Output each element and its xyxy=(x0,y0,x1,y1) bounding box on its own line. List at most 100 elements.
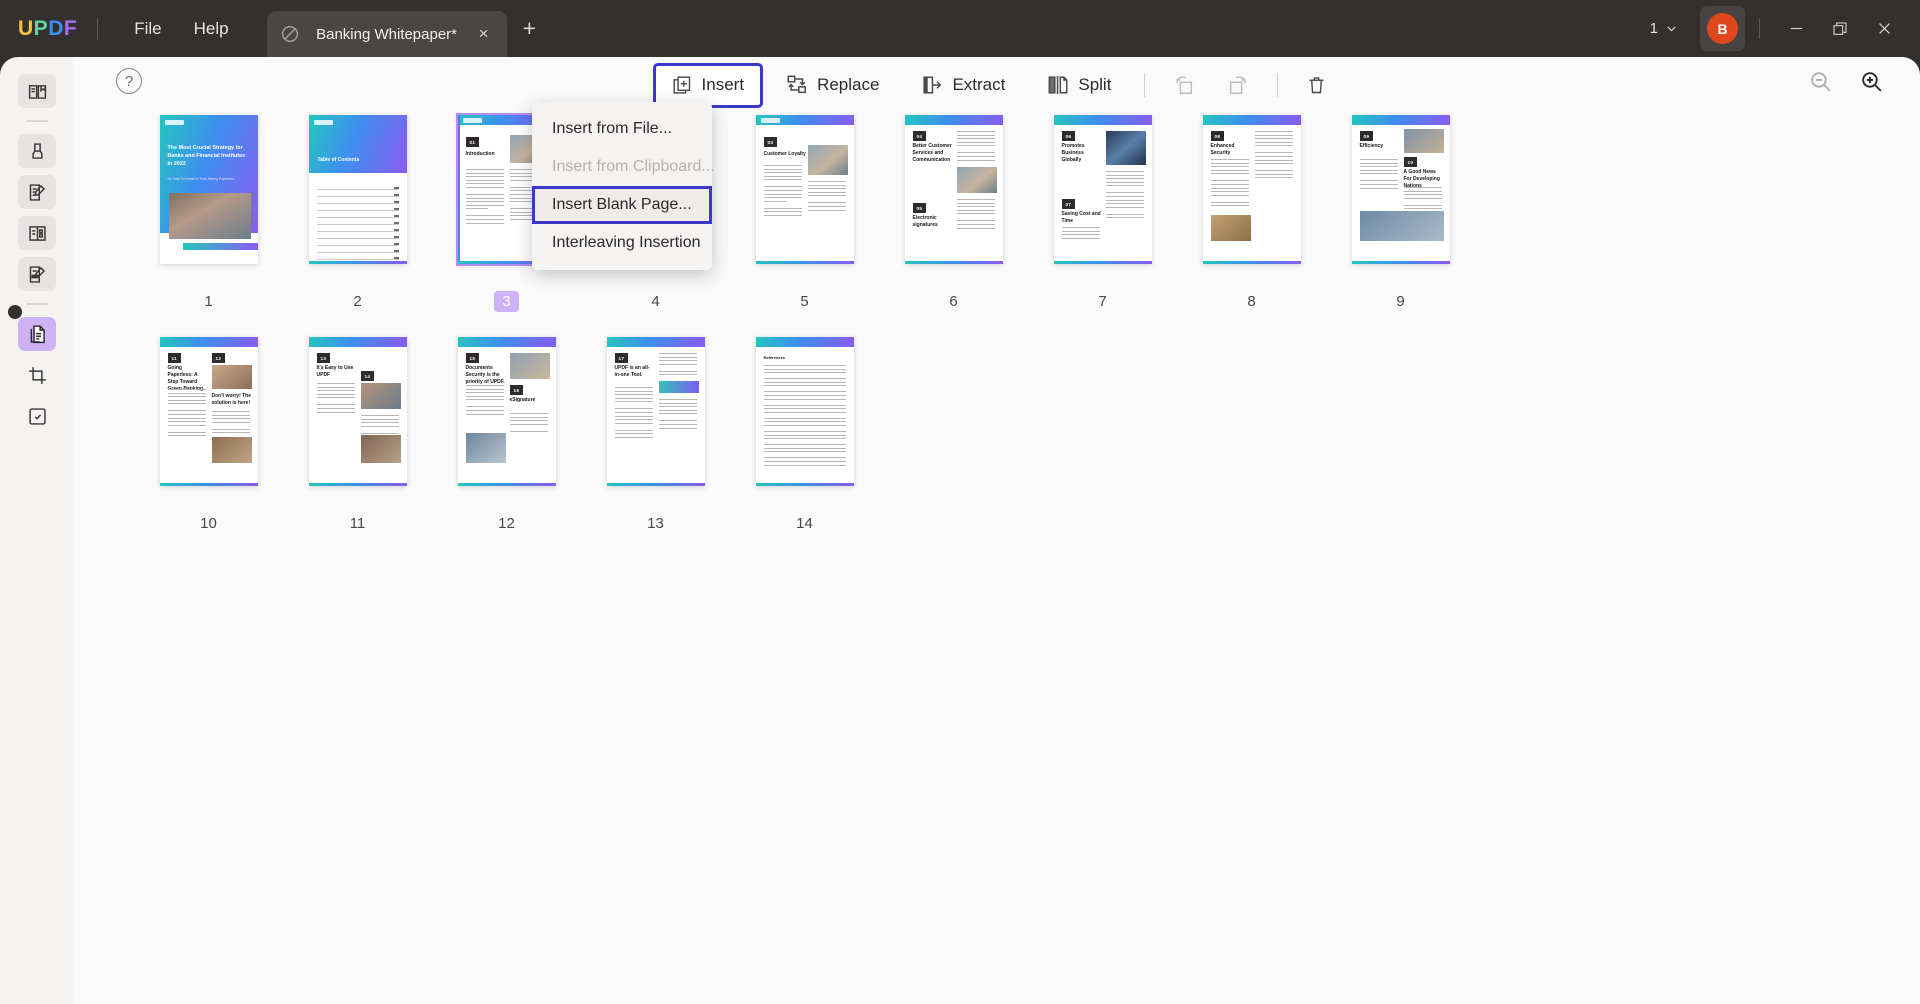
insert-blank-page-item[interactable]: Insert Blank Page... xyxy=(532,186,712,224)
section-badge: 08 xyxy=(1210,131,1225,141)
sidebar-item-organize[interactable] xyxy=(18,317,56,351)
sidebar-item-highlight[interactable] xyxy=(18,134,56,168)
page-cell[interactable]: 08 Enhanced Security 8 xyxy=(1177,115,1326,315)
sidebar-item-edit[interactable] xyxy=(18,175,56,209)
rotate-left-button[interactable] xyxy=(1159,62,1209,108)
file-menu[interactable]: File xyxy=(118,12,177,46)
account-button[interactable]: B xyxy=(1700,6,1745,51)
page-logo xyxy=(760,118,780,123)
split-tool[interactable]: Split xyxy=(1028,62,1130,108)
page-cell[interactable]: The Most Crucial Strategy for Banks and … xyxy=(134,115,283,315)
page-number-label: 7 xyxy=(1098,293,1107,310)
page-thumbnail-14[interactable]: References xyxy=(755,337,854,486)
updf-logo: U P D F xyxy=(18,17,77,41)
page-thumbnail-13[interactable]: 17 UPDF is an all-in-one Tool. xyxy=(606,337,705,486)
page-thumbnail-7[interactable]: 06 Promotes Business Globally 07 Saving … xyxy=(1053,115,1152,264)
page-cell[interactable]: 13 It's Easy to Use UPDF 14 11 xyxy=(283,337,432,537)
logo-letter-p: P xyxy=(33,16,49,40)
page-cell[interactable]: 06 Promotes Business Globally 07 Saving … xyxy=(1028,115,1177,315)
page-bottom-bar xyxy=(755,483,854,486)
page-bottom-bar xyxy=(457,483,556,486)
close-tab-icon[interactable]: × xyxy=(473,24,495,44)
page-cell[interactable]: 15 Documents Security is the priority of… xyxy=(432,337,581,537)
insert-from-clipboard-item: Insert from Clipboard... xyxy=(552,158,715,175)
rotate-right-button[interactable] xyxy=(1213,62,1263,108)
marker-pen-icon xyxy=(31,142,43,159)
close-icon xyxy=(1878,23,1890,34)
extract-page-icon xyxy=(923,76,942,94)
page-photo xyxy=(956,167,997,193)
page-number-label: 11 xyxy=(349,515,366,532)
page-cell[interactable]: 17 UPDF is an all-in-one Tool. 13 xyxy=(581,337,730,537)
section-badge: 01 xyxy=(465,137,480,147)
insert-tool[interactable]: Insert xyxy=(652,62,764,108)
page-number-label: 8 xyxy=(1247,293,1256,310)
section-heading: Promotes Business Globally xyxy=(1061,143,1085,163)
page-photo-2 xyxy=(465,433,506,463)
maximize-button[interactable] xyxy=(1818,11,1862,47)
sidebar-item-form[interactable] xyxy=(18,216,56,250)
page-bottom-bar xyxy=(755,261,854,264)
page-thumbnail-8[interactable]: 08 Enhanced Security xyxy=(1202,115,1301,264)
toc-entries xyxy=(316,187,399,266)
protect-page-icon xyxy=(28,407,46,425)
page-cell[interactable]: 09 Efficiency 10 A Good News For Develop… xyxy=(1326,115,1475,315)
page-thumbnail-11[interactable]: 13 It's Easy to Use UPDF 14 xyxy=(308,337,407,486)
page-thumbnail-9[interactable]: 09 Efficiency 10 A Good News For Develop… xyxy=(1351,115,1450,264)
zoom-out-icon xyxy=(1811,72,1831,92)
section-badge-2: 10 xyxy=(1403,157,1418,167)
extract-tool[interactable]: Extract xyxy=(902,62,1024,108)
minimize-button[interactable] xyxy=(1774,11,1818,47)
logo-letter-u: U xyxy=(18,16,34,40)
page-photo xyxy=(211,365,252,389)
delete-page-icon xyxy=(1309,76,1324,93)
rotate-right-icon xyxy=(1230,76,1247,94)
toc-title: Table of Contents xyxy=(317,157,360,163)
replace-tool[interactable]: Replace xyxy=(767,62,898,108)
new-tab-icon[interactable]: + xyxy=(523,17,536,40)
section-heading: Customer Loyalty xyxy=(763,151,806,157)
restore-icon xyxy=(1833,21,1847,35)
document-tab[interactable]: Banking Whitepaper* × xyxy=(266,11,507,57)
sidebar-item-reading[interactable] xyxy=(18,74,56,108)
tab-title: Banking Whitepaper* xyxy=(316,25,458,43)
cover-photo xyxy=(168,193,251,239)
page-photo-2 xyxy=(1359,211,1444,241)
sign-document-icon xyxy=(29,265,45,283)
page-thumbnail-10[interactable]: 11 Going Paperless: A Step Toward Green … xyxy=(159,337,258,486)
section-badge: 15 xyxy=(465,353,480,363)
page-thumbnail-grid: The Most Crucial Strategy for Banks and … xyxy=(74,113,1920,537)
page-cell[interactable]: 11 Going Paperless: A Step Toward Green … xyxy=(134,337,283,537)
sidebar-item-crop[interactable] xyxy=(18,358,56,392)
document-slash-icon xyxy=(281,25,298,43)
page-number-label: 2 xyxy=(353,293,362,310)
page-cell[interactable]: 03 Customer Loyalty 5 xyxy=(730,115,879,315)
sidebar-item-sign[interactable] xyxy=(18,257,56,291)
page-thumbnail-1[interactable]: The Most Crucial Strategy for Banks and … xyxy=(159,115,258,264)
page-cell[interactable]: References 14 xyxy=(730,337,879,537)
close-window-button[interactable] xyxy=(1862,11,1906,47)
section-badge-2: 16 xyxy=(509,385,524,395)
page-thumbnail-6[interactable]: 04 Better Customer Services and Communic… xyxy=(904,115,1003,264)
section-heading: Better Customer Services and Communicati… xyxy=(912,143,952,163)
page-number-label: 6 xyxy=(949,293,958,310)
sidebar-item-protect[interactable] xyxy=(18,399,56,433)
toolbar-divider-2 xyxy=(1277,73,1279,97)
delete-page-button[interactable] xyxy=(1292,63,1341,108)
zoom-out-button[interactable] xyxy=(1808,69,1833,99)
page-thumbnail-12[interactable]: 15 Documents Security is the priority of… xyxy=(457,337,556,486)
page-thumbnail-2[interactable]: Table of Contents xyxy=(308,115,407,266)
page-number-label: 4 xyxy=(651,293,660,310)
page-cell[interactable]: 04 Better Customer Services and Communic… xyxy=(879,115,1028,315)
page-photo-2 xyxy=(211,437,252,463)
page-thumbnail-5[interactable]: 03 Customer Loyalty xyxy=(755,115,854,264)
page-count-dropdown[interactable]: 1 xyxy=(1644,16,1684,41)
interleaving-insertion-item[interactable]: Interleaving Insertion xyxy=(532,224,712,262)
insert-from-file-item[interactable]: Insert from File... xyxy=(532,110,712,148)
zoom-in-button[interactable] xyxy=(1859,69,1884,99)
help-menu[interactable]: Help xyxy=(178,12,245,46)
page-photo xyxy=(1210,215,1251,241)
page-cell[interactable]: Table of Contents 2 xyxy=(283,115,432,315)
page-bottom-bar xyxy=(1202,261,1301,264)
sidebar-collapse-handle[interactable] xyxy=(8,305,22,319)
